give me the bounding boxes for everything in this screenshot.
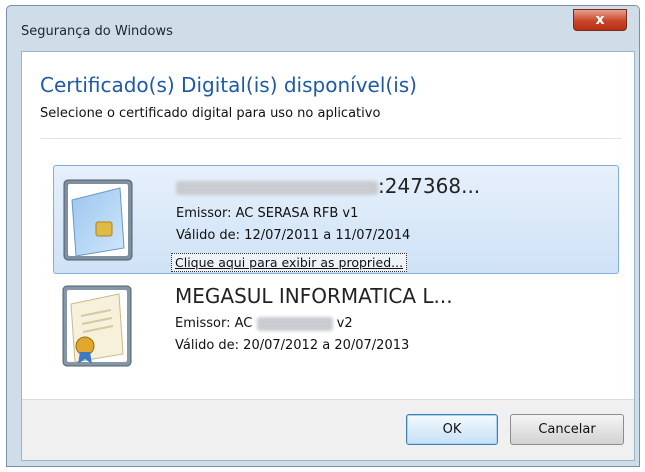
close-button[interactable]: x xyxy=(573,9,627,31)
dialog-footer: OK Cancelar xyxy=(22,399,634,460)
certificate-name: MEGASUL INFORMATICA L... xyxy=(175,284,453,308)
redacted-issuer xyxy=(256,316,333,331)
certificate-issuer: Emissor: AC SERASA RFB v1 xyxy=(176,206,359,221)
close-icon: x xyxy=(595,12,605,28)
ok-button[interactable]: OK xyxy=(406,414,498,445)
smartcard-certificate-icon xyxy=(63,179,133,261)
certificate-name-suffix: :247368... xyxy=(378,174,481,198)
dialog-content: Certificado(s) Digital(is) disponível(is… xyxy=(21,51,635,461)
certificate-item-selected[interactable]: :247368... Emissor: AC SERASA RFB v1 Vál… xyxy=(53,165,619,274)
title-bar: Segurança do Windows x xyxy=(7,6,639,51)
redacted-name xyxy=(176,180,378,195)
certificate-issuer: Emissor: AC v2 xyxy=(175,316,353,331)
dialog-heading: Certificado(s) Digital(is) disponível(is… xyxy=(40,73,417,97)
separator xyxy=(40,138,622,139)
certificate-validity: Válido de: 20/07/2012 a 20/07/2013 xyxy=(175,338,410,353)
issuer-suffix: v2 xyxy=(336,316,353,331)
window-title: Segurança do Windows xyxy=(21,24,173,39)
view-properties-link[interactable]: Clique aqui para exibir as propried... xyxy=(171,253,408,272)
cancel-button[interactable]: Cancelar xyxy=(510,414,624,445)
certificate-name: :247368... xyxy=(176,174,480,198)
certificate-validity: Válido de: 12/07/2011 a 11/07/2014 xyxy=(176,228,411,243)
issuer-prefix: Emissor: AC xyxy=(175,316,253,331)
certificate-icon xyxy=(62,285,132,367)
certificate-item[interactable]: MEGASUL INFORMATICA L... Emissor: AC v2 … xyxy=(53,280,619,370)
windows-security-dialog: Segurança do Windows x Certificado(s) Di… xyxy=(6,5,640,467)
dialog-subheading: Selecione o certificado digital para uso… xyxy=(40,106,381,121)
